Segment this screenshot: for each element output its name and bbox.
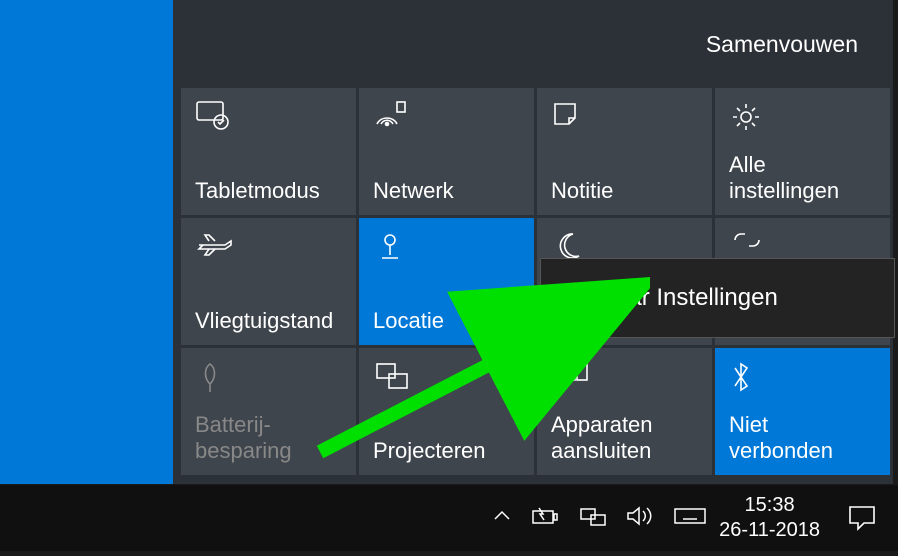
- action-center-panel: Samenvouwen Tabletmodus Netwerk Notitie: [173, 0, 893, 484]
- tray-power-icon[interactable]: [531, 506, 561, 531]
- tile-bluetooth[interactable]: Niet verbonden: [715, 348, 890, 475]
- clock-time: 15:38: [719, 493, 820, 518]
- tray-keyboard-icon[interactable]: [673, 506, 707, 531]
- note-icon: [551, 100, 591, 134]
- collapse-row: Samenvouwen: [173, 0, 893, 88]
- tile-label: Projecteren: [373, 438, 520, 463]
- project-icon: [373, 360, 413, 394]
- tile-notitie[interactable]: Notitie: [537, 88, 712, 215]
- tray-network-icon[interactable]: [579, 505, 607, 532]
- taskbar: 15:38 26-11-2018: [0, 485, 898, 551]
- tile-label: Niet verbonden: [729, 412, 876, 463]
- gear-icon: [729, 100, 769, 134]
- tray-volume-icon[interactable]: [625, 505, 655, 532]
- location-icon: [373, 230, 413, 264]
- tile-label: Locatie: [373, 308, 520, 333]
- leaf-icon: [195, 360, 235, 394]
- tile-label: Netwerk: [373, 178, 520, 203]
- system-tray: [491, 505, 707, 532]
- airplane-icon: [195, 230, 235, 264]
- tile-apparaten-aansluiten[interactable]: Apparaten aansluiten: [537, 348, 712, 475]
- tablet-icon: [195, 100, 235, 134]
- tile-label: Vliegtuigstand: [195, 308, 342, 333]
- tile-projecteren[interactable]: Projecteren: [359, 348, 534, 475]
- tile-label: Batterij-besparing: [195, 412, 342, 463]
- action-center-button[interactable]: [832, 493, 892, 543]
- tile-alle-instellingen[interactable]: Alle instellingen: [715, 88, 890, 215]
- desktop-blue-area: [0, 0, 173, 484]
- clock-date: 26-11-2018: [719, 518, 820, 543]
- tile-vliegtuigstand[interactable]: Vliegtuigstand: [181, 218, 356, 345]
- tile-label: Apparaten aansluiten: [551, 412, 698, 463]
- connect-icon: [551, 360, 591, 394]
- tile-label: Tabletmodus: [195, 178, 342, 203]
- context-menu: Ga naar Instellingen: [540, 258, 895, 338]
- tray-chevron-up-icon[interactable]: [491, 507, 513, 530]
- tile-netwerk[interactable]: Netwerk: [359, 88, 534, 215]
- context-menu-go-to-settings[interactable]: Ga naar Instellingen: [563, 284, 778, 312]
- tile-locatie[interactable]: Locatie: [359, 218, 534, 345]
- taskbar-clock[interactable]: 15:38 26-11-2018: [719, 493, 820, 543]
- tile-label: Notitie: [551, 178, 698, 203]
- network-icon: [373, 100, 413, 134]
- tile-label: Alle instellingen: [729, 152, 876, 203]
- tile-tabletmodus[interactable]: Tabletmodus: [181, 88, 356, 215]
- collapse-button[interactable]: Samenvouwen: [706, 31, 858, 58]
- bluetooth-icon: [729, 360, 769, 394]
- tile-batterijbesparing[interactable]: Batterij-besparing: [181, 348, 356, 475]
